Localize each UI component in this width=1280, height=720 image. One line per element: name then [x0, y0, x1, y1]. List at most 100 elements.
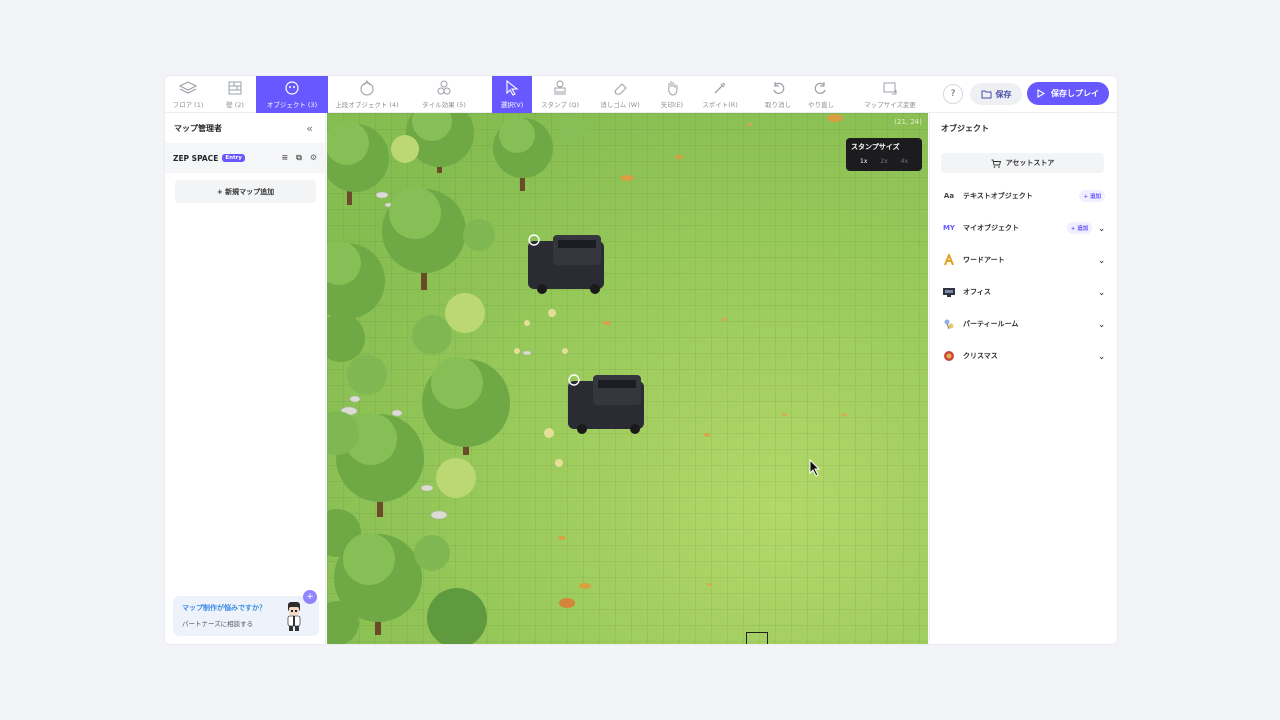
- category-office[interactable]: オフィス ⌄: [941, 284, 1105, 300]
- wall-icon: [226, 80, 244, 96]
- plan-badge: Entry: [222, 154, 245, 162]
- category-label: クリスマス: [963, 352, 998, 360]
- stamp-size-4x[interactable]: 4x: [901, 158, 908, 165]
- tool-stamp-label: スタンプ (Q): [540, 101, 580, 109]
- object-panel: オブジェクト アセットストア Aa テキストオブジェクト + 追加 MY マイオ…: [929, 113, 1117, 644]
- chevron-down-icon[interactable]: ⌄: [1098, 320, 1105, 329]
- category-party-room[interactable]: パーティールーム ⌄: [941, 316, 1105, 332]
- tool-upper-object-label: 上段オブジェクト (4): [335, 101, 399, 109]
- list-icon[interactable]: ≡: [281, 153, 288, 163]
- category-label: パーティールーム: [963, 320, 1019, 328]
- tool-eyedropper[interactable]: スポイト(R): [700, 76, 740, 113]
- chevron-down-icon[interactable]: ⌄: [1098, 224, 1105, 233]
- tool-wall[interactable]: 壁 (2): [213, 76, 257, 113]
- leaf-decoration: [842, 413, 847, 416]
- tool-eraser[interactable]: 消しゴム (W): [596, 76, 644, 113]
- leaf-decoration: [722, 318, 727, 321]
- add-text-object-button[interactable]: + 追加: [1079, 190, 1105, 202]
- save-label: 保存: [995, 89, 1012, 99]
- upper-object-icon: [358, 80, 376, 96]
- tool-redo[interactable]: やり直し: [805, 76, 837, 113]
- tool-tile-effect-label: タイル効果 (5): [422, 101, 466, 109]
- collapse-panel-icon[interactable]: «: [306, 122, 313, 135]
- tool-tile-effect[interactable]: タイル効果 (5): [413, 76, 475, 113]
- tool-floor-label: フロア (1): [172, 101, 204, 109]
- stamp-icon: [551, 80, 569, 96]
- map-scenery: [327, 113, 843, 644]
- map-manager-panel: マップ管理者 « ZEP SPACE Entry ≡ ⧉ ⚙ + 新規マップ追加…: [165, 113, 326, 644]
- office-icon: [941, 285, 957, 299]
- object-icon: [283, 80, 301, 96]
- folder-icon: [981, 90, 991, 98]
- category-christmas[interactable]: クリスマス ⌄: [941, 348, 1105, 364]
- tool-wall-label: 壁 (2): [226, 101, 244, 109]
- space-row[interactable]: ZEP SPACE Entry ≡ ⧉ ⚙: [165, 143, 325, 173]
- tool-select-label: 選択(V): [500, 101, 524, 109]
- car-object-1: [528, 234, 604, 294]
- tool-redo-label: やり直し: [808, 101, 834, 109]
- tool-hand-label: 矢印(E): [660, 101, 684, 109]
- save-and-play-button[interactable]: 保存しプレイ: [1027, 82, 1109, 105]
- object-panel-title: オブジェクト: [941, 123, 989, 133]
- word-art-icon: [941, 253, 957, 267]
- mouse-cursor-icon: [809, 459, 821, 477]
- leaf-decoration: [707, 583, 712, 586]
- chevron-down-icon[interactable]: ⌄: [1098, 288, 1105, 297]
- tile-cursor-marker: [746, 632, 768, 644]
- category-label: マイオブジェクト: [963, 224, 1019, 232]
- my-object-icon: MY: [942, 224, 956, 232]
- christmas-icon: [941, 349, 957, 363]
- help-glyph: ?: [950, 89, 956, 99]
- stamp-size-2x[interactable]: 2x: [880, 158, 887, 165]
- text-object-icon: Aa: [943, 192, 955, 200]
- tool-hand[interactable]: 矢印(E): [658, 76, 686, 113]
- chevron-down-icon[interactable]: ⌄: [1098, 352, 1105, 361]
- category-my-object[interactable]: MY マイオブジェクト + 追加 ⌄: [941, 220, 1105, 236]
- layers-icon: [179, 80, 197, 96]
- party-room-icon: [941, 317, 957, 331]
- map-manager-title: マップ管理者: [174, 123, 222, 133]
- space-name: ZEP SPACE: [173, 153, 219, 163]
- map-canvas[interactable]: (21, 24) スタンプサイズ 1x 2x 4x: [327, 113, 928, 644]
- save-and-play-label: 保存しプレイ: [1051, 89, 1099, 98]
- tool-undo[interactable]: 取り消し: [762, 76, 794, 113]
- category-label: ワードアート: [963, 256, 1005, 264]
- leaf-decoration: [782, 413, 787, 416]
- undo-icon: [769, 80, 787, 96]
- stamp-size-1x[interactable]: 1x: [860, 158, 867, 165]
- add-my-object-button[interactable]: + 追加: [1066, 222, 1093, 234]
- save-button[interactable]: 保存: [970, 83, 1022, 105]
- play-icon: [1037, 89, 1045, 98]
- copy-icon[interactable]: ⧉: [296, 153, 302, 163]
- partner-help-card[interactable]: マップ制作が悩みですか？ パートナーズに相談する +: [173, 590, 319, 636]
- help-button[interactable]: ?: [943, 84, 963, 104]
- tool-object[interactable]: オブジェクト (3): [256, 76, 328, 113]
- tool-floor[interactable]: フロア (1): [165, 76, 211, 113]
- tool-resize-map[interactable]: マップサイズ変更: [859, 76, 921, 113]
- hand-icon: [663, 80, 681, 96]
- tool-eraser-label: 消しゴム (W): [600, 101, 640, 109]
- asset-store-button[interactable]: アセットストア: [941, 153, 1104, 173]
- chevron-down-icon[interactable]: ⌄: [1098, 256, 1105, 265]
- asset-store-label: アセットストア: [1005, 159, 1055, 167]
- tool-object-label: オブジェクト (3): [266, 101, 318, 109]
- tile-effect-icon: [435, 80, 453, 96]
- eyedropper-icon: [711, 80, 729, 96]
- cart-icon: [991, 159, 1001, 168]
- tool-stamp[interactable]: スタンプ (Q): [537, 76, 583, 113]
- resize-map-icon: [881, 80, 899, 96]
- leaf-decoration: [747, 123, 752, 126]
- tool-upper-object[interactable]: 上段オブジェクト (4): [331, 76, 403, 113]
- category-label: オフィス: [963, 288, 991, 296]
- category-text-object[interactable]: Aa テキストオブジェクト + 追加: [941, 188, 1105, 204]
- stamp-size-title: スタンプサイズ: [851, 143, 900, 151]
- category-label: テキストオブジェクト: [963, 192, 1033, 200]
- gear-icon[interactable]: ⚙: [310, 153, 317, 163]
- category-word-art[interactable]: ワードアート ⌄: [941, 252, 1105, 268]
- avatar: [287, 602, 301, 631]
- eraser-icon: [611, 80, 629, 96]
- map-editor-window: フロア (1) 壁 (2) オブジェクト (3) 上段オブジェクト (4) タイ…: [165, 76, 1117, 644]
- tool-select[interactable]: 選択(V): [492, 76, 532, 113]
- add-new-map-button[interactable]: + 新規マップ追加: [175, 180, 316, 203]
- cursor-select-icon: [503, 80, 521, 96]
